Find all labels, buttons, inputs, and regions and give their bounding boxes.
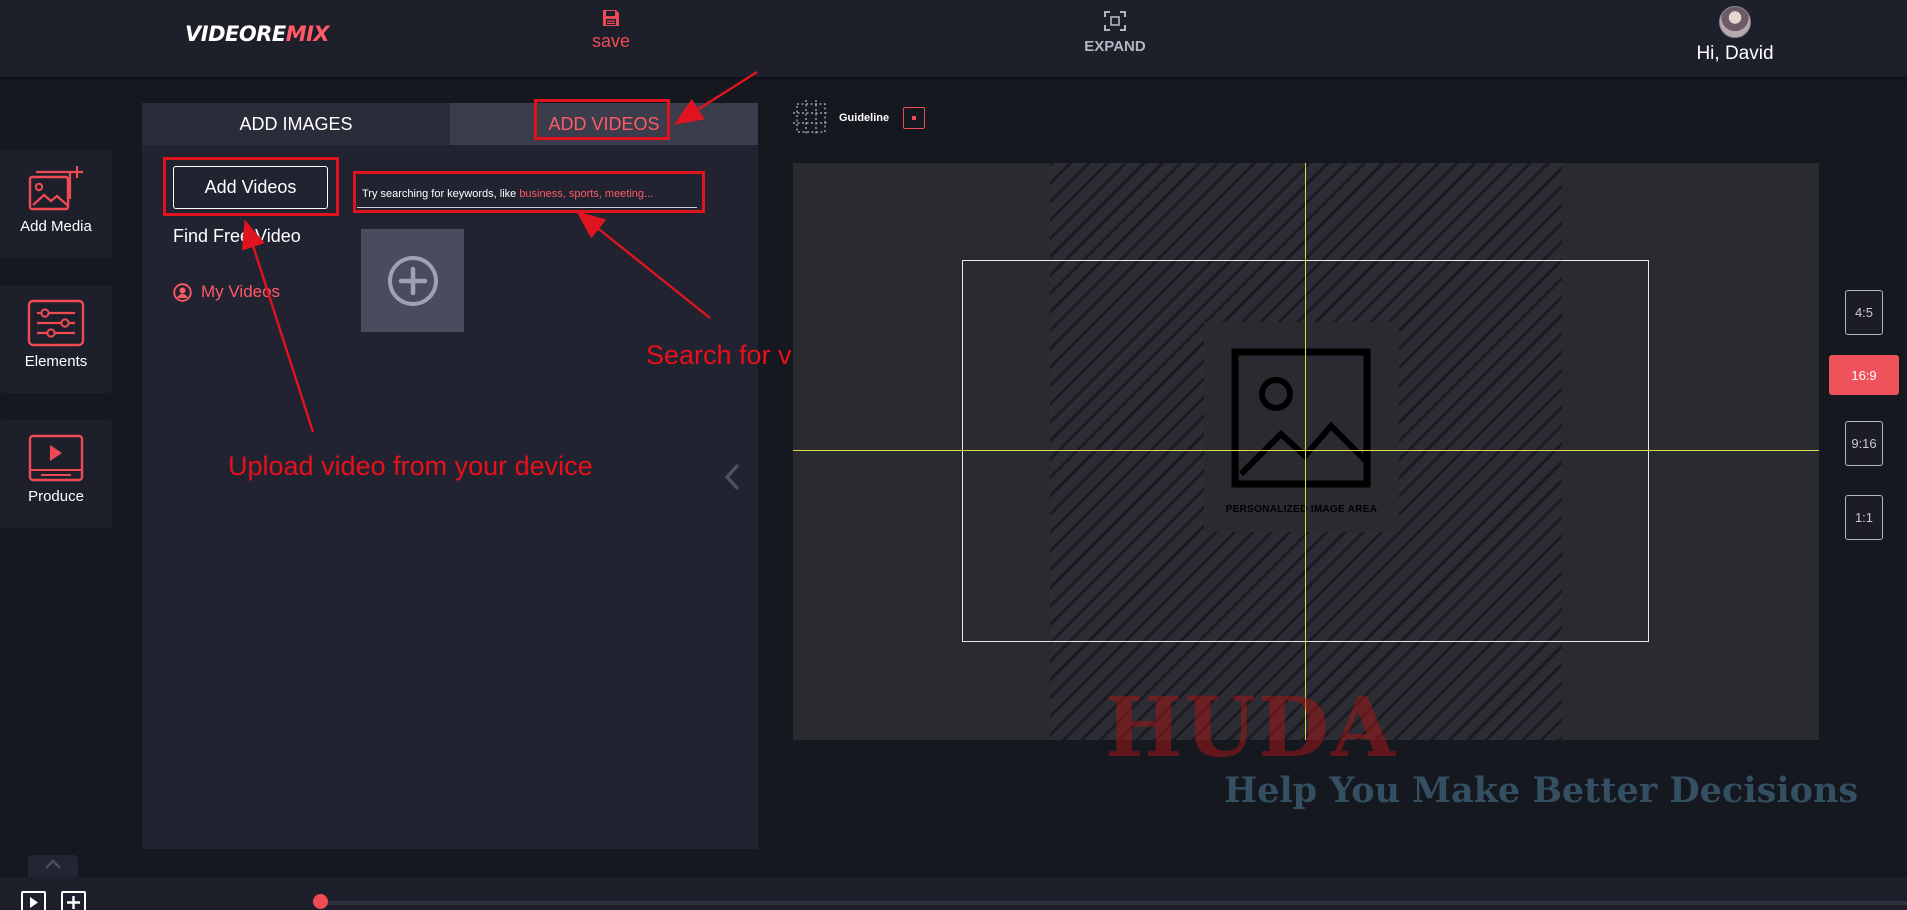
sidebar-item-add-media[interactable]: Add Media <box>0 150 112 258</box>
expand-label: EXPAND <box>1084 38 1146 55</box>
personalized-image-area[interactable]: PERSONALIZED IMAGE AREA <box>1204 322 1399 532</box>
videoremix-logo[interactable]: VIDEOREMIX <box>185 22 330 46</box>
my-videos-link[interactable]: My Videos <box>173 282 280 302</box>
chevron-left-icon[interactable] <box>722 461 742 493</box>
guideline-label: Guideline <box>839 112 890 124</box>
media-tabs: ADD IMAGES ADD VIDEOS <box>142 103 758 145</box>
sliders-icon <box>27 299 85 347</box>
video-canvas[interactable]: PERSONALIZED IMAGE AREA <box>793 163 1819 740</box>
horizontal-guide-line <box>793 450 1819 451</box>
image-area-caption: PERSONALIZED IMAGE AREA <box>1225 504 1378 515</box>
watermark-tagline: Help You Make Better Decisions <box>1224 770 1859 811</box>
logo-accent: MIX <box>285 22 330 46</box>
annotation-upload-text: Upload video from your device <box>228 451 593 481</box>
expand-icon <box>1104 11 1126 31</box>
guideline-grid-icon[interactable] <box>793 100 829 136</box>
play-button[interactable] <box>21 891 46 910</box>
find-free-video-link[interactable]: Find Free Video <box>173 226 301 247</box>
chevron-up-icon <box>45 859 61 869</box>
vertical-guide-line <box>1305 163 1306 740</box>
sidebar-item-produce[interactable]: Produce <box>0 420 112 528</box>
ratio-9-16-button[interactable]: 9:16 <box>1845 421 1883 466</box>
avatar[interactable] <box>1719 6 1751 38</box>
logo-main: VIDEORE <box>185 22 286 46</box>
save-label: save <box>591 31 631 51</box>
timeline-bar <box>0 877 1907 910</box>
timeline-track[interactable] <box>320 901 1907 905</box>
top-header: VIDEOREMIX save EXPAND Hi, David <box>0 0 1907 77</box>
add-videos-button[interactable]: Add Videos <box>173 166 328 209</box>
my-videos-label: My Videos <box>201 282 281 301</box>
user-circle-icon <box>173 282 192 302</box>
save-button[interactable]: save <box>580 8 642 60</box>
collapse-up-button[interactable] <box>28 855 78 877</box>
add-video-tile[interactable] <box>361 229 464 332</box>
tab-add-videos[interactable]: ADD VIDEOS <box>450 103 758 145</box>
expand-button[interactable]: EXPAND <box>1075 10 1155 62</box>
sidebar-item-label: Produce <box>28 488 84 505</box>
ratio-16-9-button[interactable]: 16:9 <box>1829 355 1899 395</box>
sidebar-item-elements[interactable]: Elements <box>0 285 112 393</box>
sidebar-item-label: Elements <box>24 353 88 370</box>
plus-icon <box>67 896 80 909</box>
add-clip-button[interactable] <box>61 891 86 910</box>
guideline-control: Guideline <box>793 100 926 136</box>
add-media-icon <box>28 166 83 211</box>
tab-add-images[interactable]: ADD IMAGES <box>142 103 450 145</box>
video-play-icon <box>28 434 84 482</box>
ratio-4-5-button[interactable]: 4:5 <box>1845 290 1883 335</box>
timeline-playhead[interactable] <box>313 894 328 909</box>
video-search-input[interactable] <box>357 180 697 208</box>
user-menu[interactable]: Hi, David <box>1680 6 1790 65</box>
plus-circle-icon <box>387 256 438 306</box>
image-placeholder-icon <box>1231 348 1371 488</box>
play-icon <box>30 897 38 908</box>
user-greeting: Hi, David <box>1696 43 1774 64</box>
sidebar-item-label: Add Media <box>20 218 92 235</box>
guideline-toggle[interactable] <box>903 107 926 129</box>
ratio-1-1-button[interactable]: 1:1 <box>1845 495 1883 540</box>
save-icon <box>603 10 619 26</box>
watermark-brand: HUDA <box>1105 680 1397 776</box>
